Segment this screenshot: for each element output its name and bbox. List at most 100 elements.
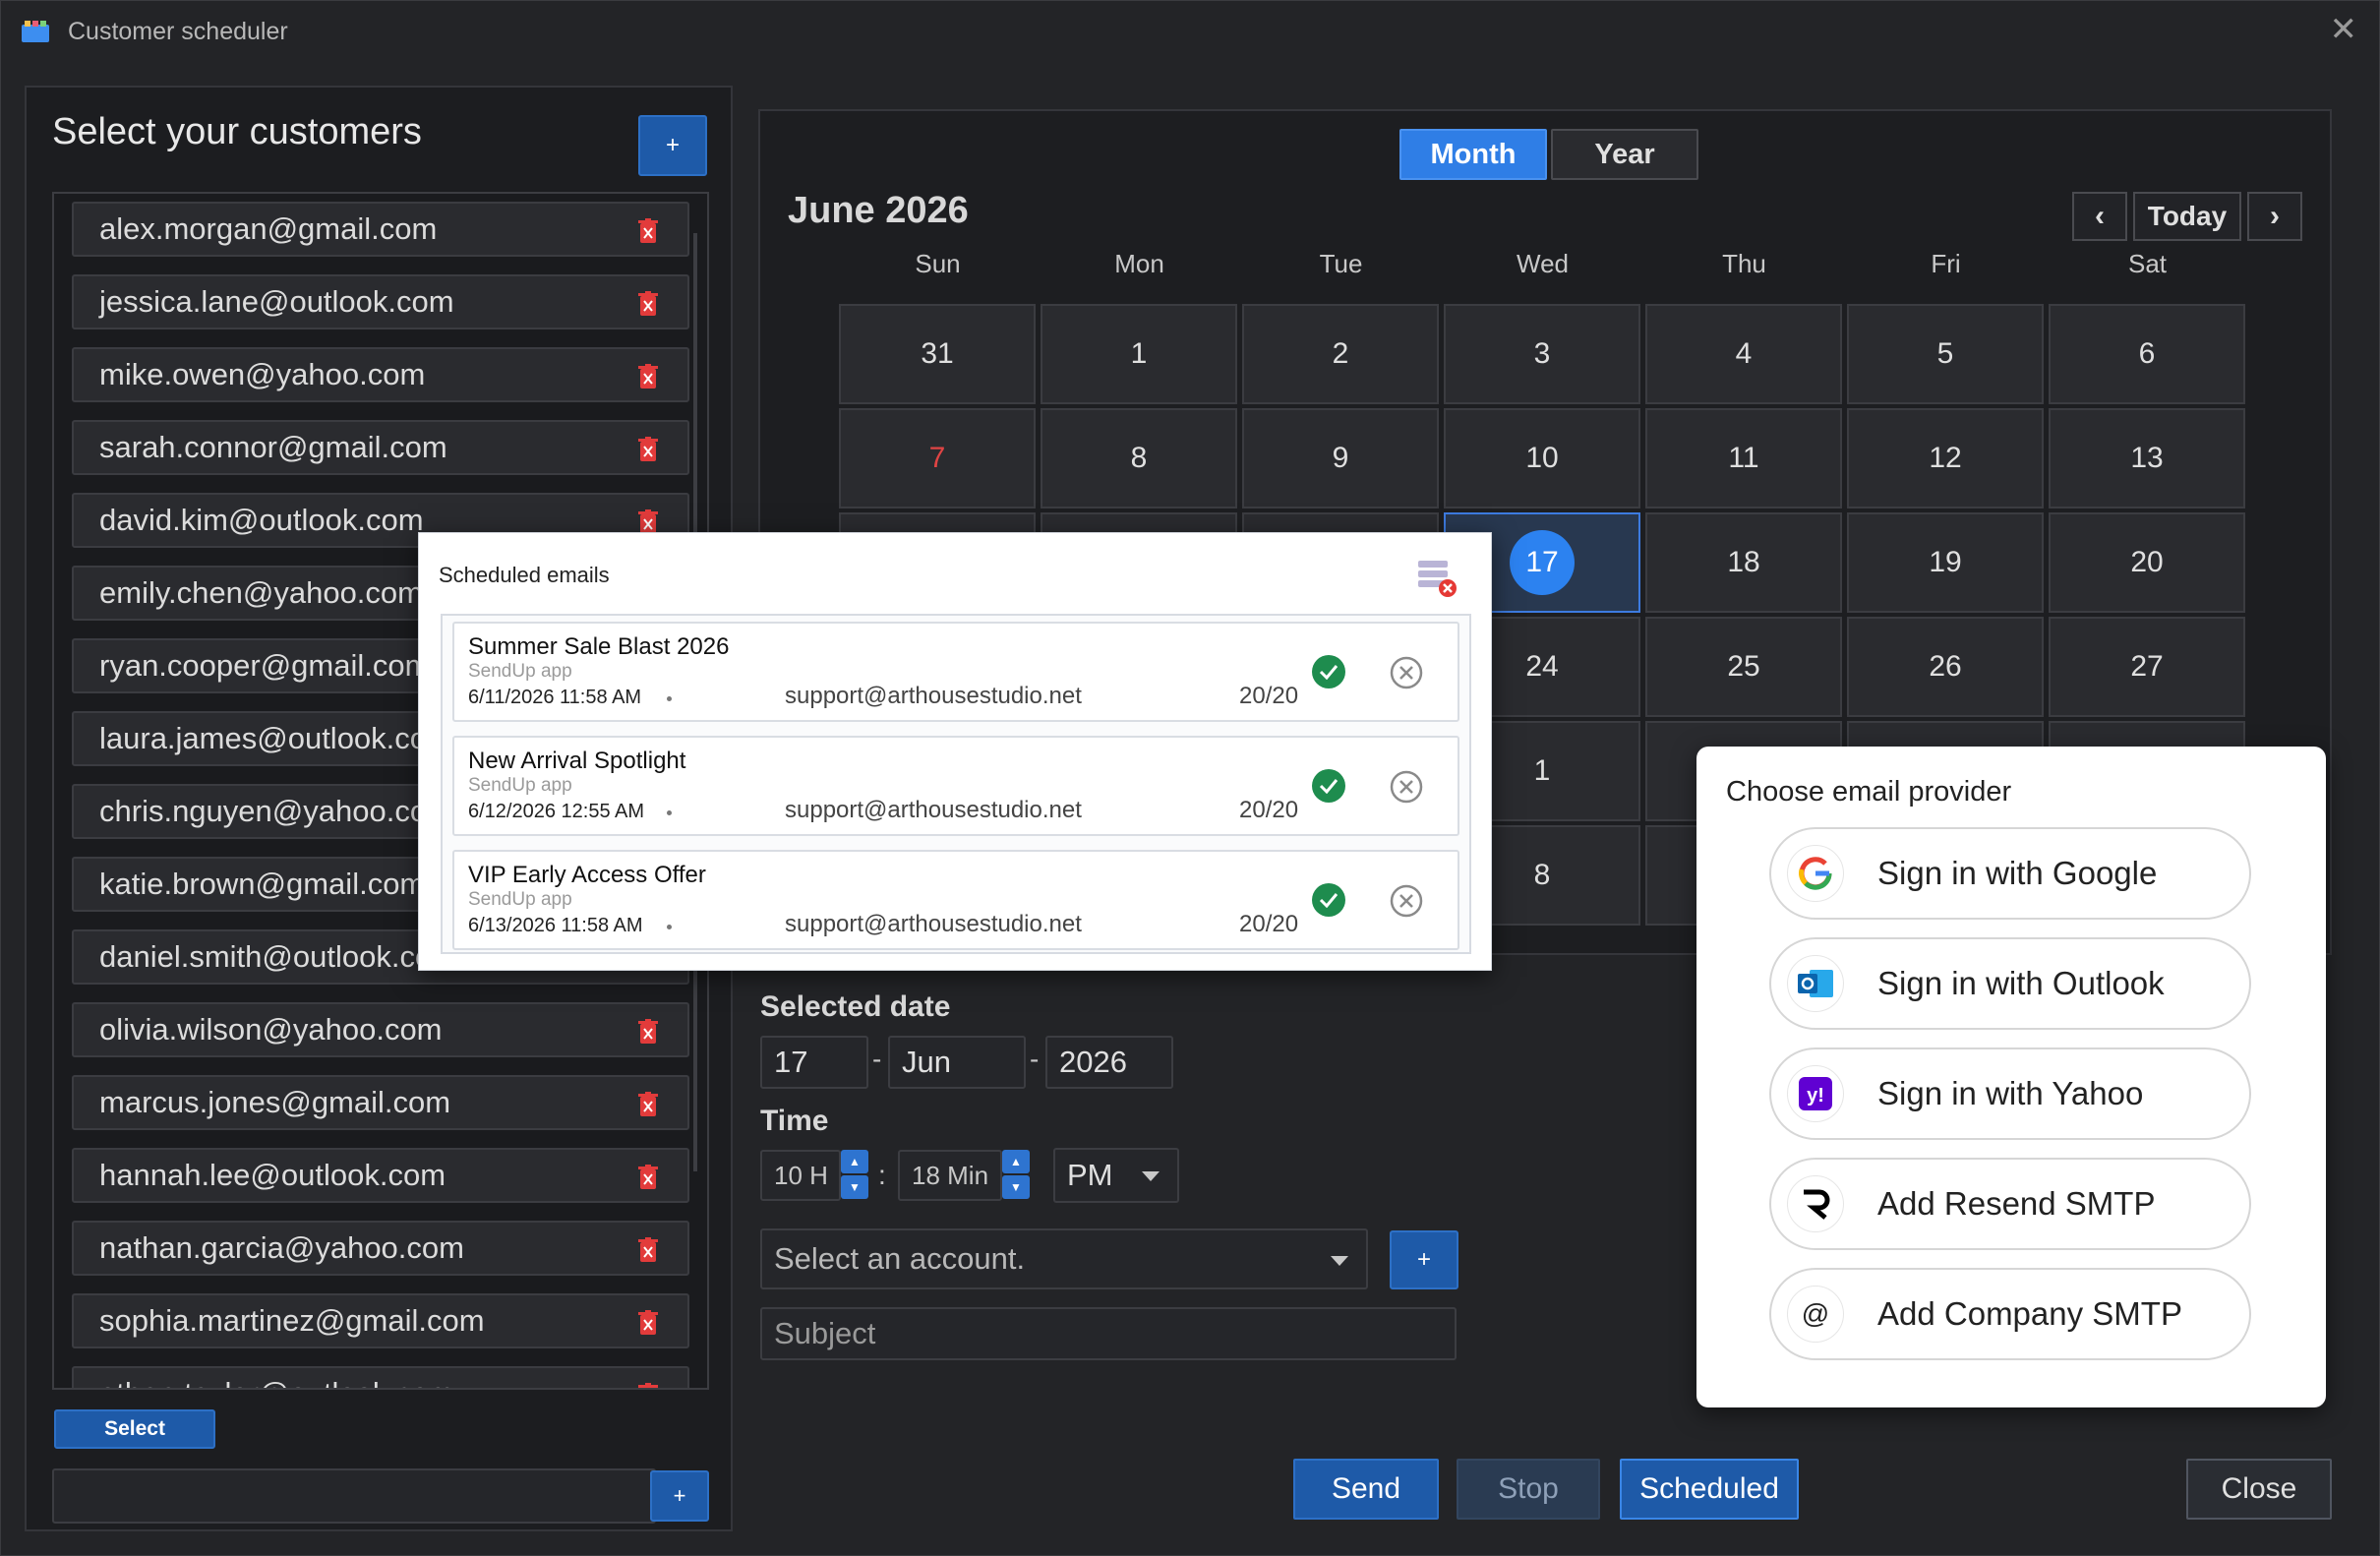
select-button[interactable]: Select (54, 1409, 215, 1449)
email-app: SendUp app (468, 775, 572, 796)
subject-input[interactable]: Subject (760, 1307, 1457, 1360)
provider-option[interactable]: @ Add Company SMTP (1769, 1268, 2251, 1360)
customer-email: sarah.connor@gmail.com (99, 430, 447, 464)
year-view-tab[interactable]: Year (1551, 129, 1698, 180)
calendar-day[interactable]: 9 (1242, 408, 1439, 509)
provider-option[interactable]: Sign in with Google (1769, 827, 2251, 920)
chevron-down-icon[interactable]: ▼ (841, 1175, 868, 1199)
delete-icon[interactable] (638, 1165, 658, 1190)
today-button[interactable]: Today (2133, 192, 2241, 241)
scheduled-email-item[interactable]: New Arrival Spotlight SendUp app 6/12/2026… (452, 736, 1459, 836)
calendar-day[interactable]: 12 (1847, 408, 2044, 509)
customer-item[interactable]: olivia.wilson@yahoo.com (72, 1002, 689, 1057)
day-field[interactable]: 17 (760, 1036, 868, 1089)
cancel-icon[interactable] (1389, 769, 1424, 805)
calendar-day[interactable]: 5 (1847, 304, 2044, 404)
calendar-day[interactable]: 19 (1847, 512, 2044, 613)
calendar-day[interactable]: 4 (1645, 304, 1842, 404)
add-account-button[interactable]: + (1390, 1230, 1458, 1289)
email-app: SendUp app (468, 661, 572, 682)
customer-item[interactable]: mike.owen@yahoo.com (72, 347, 689, 402)
year-field[interactable]: 2026 (1045, 1036, 1173, 1089)
provider-label: Add Company SMTP (1877, 1295, 2182, 1332)
provider-option[interactable]: Add Resend SMTP (1769, 1158, 2251, 1250)
calendar-day[interactable]: 25 (1645, 617, 1842, 717)
ampm-select[interactable]: PM (1053, 1148, 1179, 1203)
customer-item[interactable]: marcus.jones@gmail.com (72, 1075, 689, 1130)
calendar-day[interactable]: 10 (1444, 408, 1640, 509)
calendar-day[interactable]: 27 (2049, 617, 2245, 717)
customer-item[interactable]: ethan.taylor@outlook.com (72, 1366, 689, 1390)
scheduled-email-item[interactable]: VIP Early Access Offer SendUp app 6/13/202… (452, 850, 1459, 950)
outlook-icon (1787, 955, 1844, 1012)
calendar-day[interactable]: 8 (1041, 408, 1237, 509)
ampm-value: PM (1067, 1158, 1113, 1192)
calendar-day[interactable]: 13 (2049, 408, 2245, 509)
prev-month-button[interactable]: ‹ (2072, 192, 2127, 241)
calendar-day[interactable]: 6 (2049, 304, 2245, 404)
provider-option[interactable]: Sign in with Outlook (1769, 937, 2251, 1030)
email-title: Summer Sale Blast 2026 (468, 633, 730, 660)
customer-item[interactable]: sophia.martinez@gmail.com (72, 1293, 689, 1348)
add-customer-button[interactable]: + (638, 115, 707, 176)
minute-stepper[interactable]: ▲ ▼ (1002, 1150, 1030, 1199)
email-app: SendUp app (468, 889, 572, 910)
window-close-icon[interactable]: ✕ (2330, 13, 2358, 46)
delete-icon[interactable] (638, 218, 658, 244)
chevron-up-icon[interactable]: ▲ (841, 1150, 868, 1173)
delete-icon[interactable] (638, 364, 658, 389)
delete-icon[interactable] (638, 291, 658, 317)
customer-item[interactable]: jessica.lane@outlook.com (72, 274, 689, 329)
delete-icon[interactable] (638, 1310, 658, 1336)
calendar-day[interactable]: 18 (1645, 512, 1842, 613)
next-month-button[interactable]: › (2247, 192, 2302, 241)
customer-email: ethan.taylor@outlook.com (99, 1376, 454, 1388)
hour-field[interactable]: 10 H (760, 1150, 841, 1201)
calendar-day[interactable]: 7 (839, 408, 1036, 509)
calendar-day[interactable]: 11 (1645, 408, 1842, 509)
hour-stepper[interactable]: ▲ ▼ (841, 1150, 868, 1199)
customer-item[interactable]: alex.morgan@gmail.com (72, 202, 689, 257)
calendar-day[interactable]: 26 (1847, 617, 2044, 717)
selected-date-label: Selected date (760, 990, 951, 1023)
customer-item[interactable]: hannah.lee@outlook.com (72, 1148, 689, 1203)
calendar-day[interactable]: 31 (839, 304, 1036, 404)
calendar-day[interactable]: 2 (1242, 304, 1439, 404)
cancel-icon[interactable] (1389, 883, 1424, 919)
customer-email: chris.nguyen@yahoo.com (99, 794, 452, 828)
add-new-customer-button[interactable]: + (650, 1470, 709, 1522)
customer-email: laura.james@outlook.com (99, 721, 452, 755)
provider-option[interactable]: y! Sign in with Yahoo (1769, 1047, 2251, 1140)
scheduled-button[interactable]: Scheduled (1620, 1459, 1799, 1520)
send-button[interactable]: Send (1293, 1459, 1439, 1520)
delete-icon[interactable] (638, 437, 658, 462)
chevron-up-icon[interactable]: ▲ (1002, 1150, 1030, 1173)
calendar-day[interactable]: 20 (2049, 512, 2245, 613)
svg-text:@: @ (1802, 1298, 1829, 1329)
chevron-down-icon[interactable]: ▼ (1002, 1175, 1030, 1199)
weekday-header: Tue (1319, 249, 1363, 278)
close-button[interactable]: Close (2186, 1459, 2332, 1520)
delete-icon[interactable] (638, 1092, 658, 1117)
month-field[interactable]: Jun (888, 1036, 1026, 1089)
cancel-icon[interactable] (1389, 655, 1424, 690)
month-view-tab[interactable]: Month (1399, 129, 1547, 180)
scheduled-email-item[interactable]: Summer Sale Blast 2026 SendUp app 6/11/202… (452, 622, 1459, 722)
clear-list-icon[interactable] (1414, 555, 1458, 598)
minute-field[interactable]: 18 Min (898, 1150, 1002, 1201)
time-separator: : (878, 1160, 886, 1190)
calendar-day[interactable]: 3 (1444, 304, 1640, 404)
delete-icon[interactable] (638, 1383, 658, 1390)
customer-email: mike.owen@yahoo.com (99, 357, 426, 391)
customer-item[interactable]: sarah.connor@gmail.com (72, 420, 689, 475)
new-customer-input[interactable] (52, 1468, 656, 1524)
customer-item[interactable]: nathan.garcia@yahoo.com (72, 1221, 689, 1276)
account-select[interactable]: Select an account. (760, 1228, 1368, 1289)
delete-icon[interactable] (638, 1019, 658, 1045)
calendar-day[interactable]: 1 (1041, 304, 1237, 404)
customer-scheduler-window: Customer scheduler ✕ Select your custome… (0, 0, 2380, 1556)
stop-button[interactable]: Stop (1457, 1459, 1600, 1520)
check-icon (1312, 769, 1345, 803)
separator-dot (667, 925, 672, 929)
delete-icon[interactable] (638, 1237, 658, 1263)
